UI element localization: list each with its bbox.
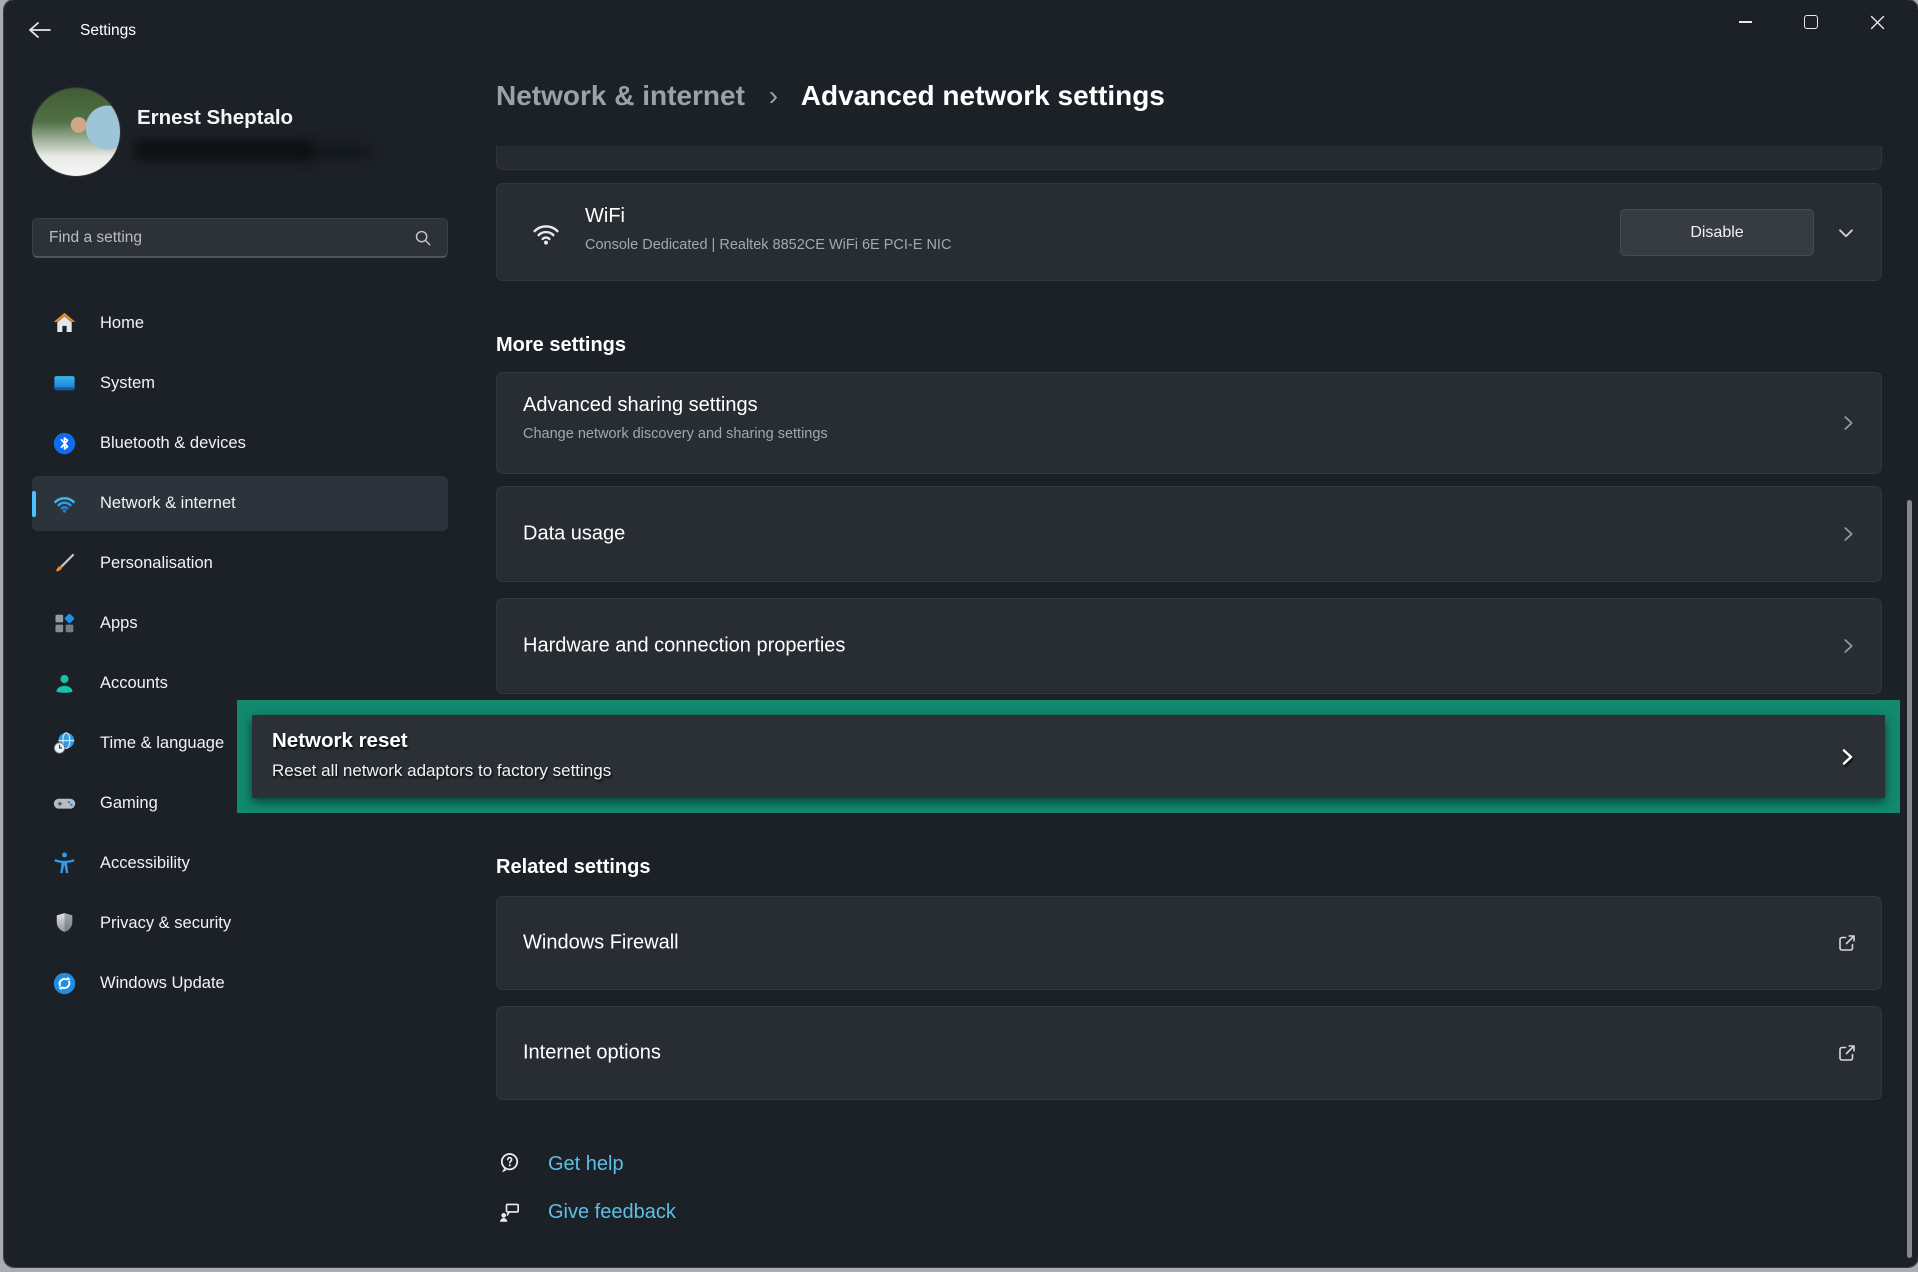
titlebar: Settings (4, 0, 1918, 56)
minimize-button[interactable] (1712, 0, 1778, 44)
chevron-down-icon[interactable] (1833, 220, 1859, 251)
sidebar-item-system[interactable]: System (32, 356, 448, 411)
window-controls (1712, 0, 1910, 48)
user-email-redacted (134, 140, 312, 161)
sidebar-item-label: Network & internet (100, 494, 236, 513)
sidebar-item-label: Bluetooth & devices (100, 434, 246, 453)
sidebar-item-label: Home (100, 314, 144, 333)
sidebar: Home System Bluetoot (32, 296, 448, 1016)
card-title: Hardware and connection properties (523, 635, 845, 658)
shield-icon (51, 910, 78, 937)
home-icon (51, 310, 78, 337)
card-subtitle: Change network discovery and sharing set… (523, 426, 828, 442)
selected-indicator (32, 491, 36, 517)
accounts-icon (51, 670, 78, 697)
get-help-link[interactable]: Get help (496, 1150, 624, 1178)
maximize-icon (1804, 15, 1818, 29)
card-title: Advanced sharing settings (523, 394, 758, 417)
settings-window: Settings Ernest Sheptalo (4, 0, 1918, 1267)
close-button[interactable] (1844, 0, 1910, 44)
page-title: Advanced network settings (801, 80, 1165, 111)
get-help-label: Get help (548, 1153, 624, 1176)
card-title: Internet options (523, 1042, 661, 1065)
card-internet-options[interactable]: Internet options (496, 1006, 1882, 1100)
personalisation-icon (51, 550, 78, 577)
back-arrow-icon (26, 18, 54, 42)
avatar (32, 88, 120, 176)
wifi-card[interactable]: WiFi Console Dedicated | Realtek 8852CE … (496, 183, 1882, 281)
section-header-related-settings: Related settings (496, 856, 650, 879)
sidebar-item-label: Personalisation (100, 554, 213, 573)
section-header-more-settings: More settings (496, 334, 626, 357)
feedback-icon (496, 1198, 524, 1226)
chevron-right-icon (1837, 635, 1859, 657)
close-icon (1870, 15, 1885, 30)
search-input[interactable] (33, 229, 413, 247)
card-hardware-connection-properties[interactable]: Hardware and connection properties (496, 598, 1882, 694)
gaming-icon (51, 790, 78, 817)
card-data-usage[interactable]: Data usage (496, 486, 1882, 582)
scrolled-card-sliver (496, 146, 1882, 170)
sidebar-item-label: System (100, 374, 155, 393)
external-link-icon (1835, 1041, 1859, 1065)
disable-button[interactable]: Disable (1620, 209, 1814, 256)
external-link-icon (1835, 931, 1859, 955)
sidebar-item-label: Privacy & security (100, 914, 231, 933)
card-subtitle: Reset all network adaptors to factory se… (272, 761, 611, 781)
sidebar-item-label: Windows Update (100, 974, 225, 993)
sidebar-item-apps[interactable]: Apps (32, 596, 448, 651)
sidebar-item-windows-update[interactable]: Windows Update (32, 956, 448, 1011)
sidebar-item-home[interactable]: Home (32, 296, 448, 351)
card-advanced-sharing-settings[interactable]: Advanced sharing settings Change network… (496, 372, 1882, 474)
sidebar-item-network-internet[interactable]: Network & internet (32, 476, 448, 531)
help-bubble-icon (496, 1150, 524, 1178)
bluetooth-icon (51, 430, 78, 457)
sidebar-item-bluetooth[interactable]: Bluetooth & devices (32, 416, 448, 471)
sidebar-item-label: Accessibility (100, 854, 190, 873)
windows-update-icon (51, 970, 78, 997)
wifi-title: WiFi (585, 205, 625, 228)
card-title: Data usage (523, 523, 625, 546)
user-email-redacted-2 (304, 145, 370, 158)
breadcrumb-separator: › (769, 80, 778, 111)
chevron-right-icon (1837, 412, 1859, 434)
sidebar-item-privacy-security[interactable]: Privacy & security (32, 896, 448, 951)
card-title: Windows Firewall (523, 932, 679, 955)
system-icon (51, 370, 78, 397)
chevron-right-icon (1835, 745, 1859, 769)
back-button[interactable] (26, 18, 54, 42)
sidebar-item-personalisation[interactable]: Personalisation (32, 536, 448, 591)
app-title: Settings (80, 22, 136, 40)
scrollbar-thumb[interactable] (1907, 500, 1912, 1258)
wifi-icon (527, 216, 565, 255)
sidebar-item-label: Time & language (100, 734, 224, 753)
sidebar-item-accessibility[interactable]: Accessibility (32, 836, 448, 891)
accessibility-icon (51, 850, 78, 877)
sidebar-item-label: Accounts (100, 674, 168, 693)
card-title: Network reset (272, 729, 408, 753)
wifi-subtitle: Console Dedicated | Realtek 8852CE WiFi … (585, 237, 951, 253)
user-name: Ernest Sheptalo (137, 106, 293, 130)
search-icon[interactable] (413, 228, 433, 248)
give-feedback-link[interactable]: Give feedback (496, 1198, 676, 1226)
time-language-icon (51, 730, 78, 757)
search-box[interactable] (32, 218, 448, 258)
breadcrumb: Network & internet › Advanced network se… (496, 80, 1165, 112)
apps-icon (51, 610, 78, 637)
give-feedback-label: Give feedback (548, 1201, 676, 1224)
chevron-right-icon (1837, 523, 1859, 545)
card-windows-firewall[interactable]: Windows Firewall (496, 896, 1882, 990)
maximize-button[interactable] (1778, 0, 1844, 44)
card-network-reset[interactable]: Network reset Reset all network adaptors… (252, 715, 1885, 798)
minimize-icon (1739, 21, 1752, 23)
breadcrumb-parent[interactable]: Network & internet (496, 80, 745, 111)
highlight-annotation-box: Network reset Reset all network adaptors… (237, 700, 1900, 813)
network-icon (51, 490, 78, 517)
sidebar-item-label: Apps (100, 614, 138, 633)
sidebar-item-label: Gaming (100, 794, 158, 813)
